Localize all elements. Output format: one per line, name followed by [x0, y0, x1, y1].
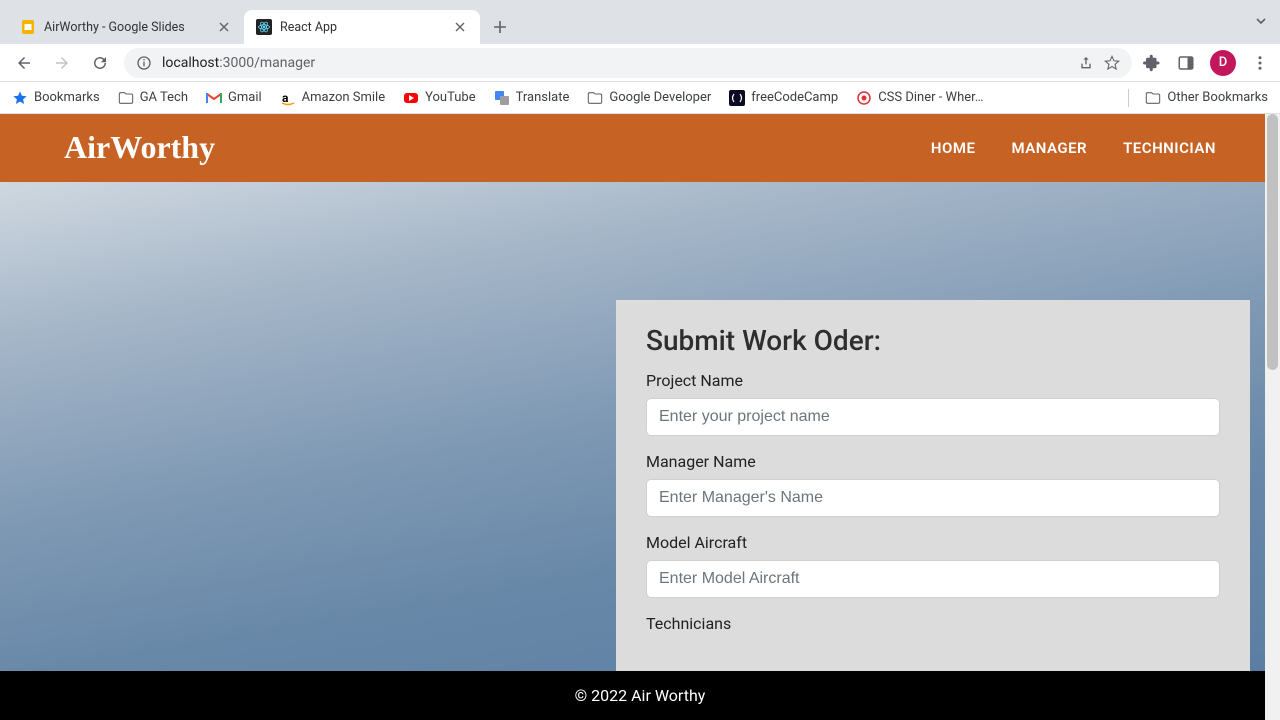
form-group-technicians: Technicians [646, 614, 1220, 633]
bookmark-amazon-smile[interactable]: a Amazon Smile [280, 90, 385, 106]
page-viewport: AirWorthy HOME MANAGER TECHNICIAN Submit… [0, 114, 1280, 720]
scrollbar-thumb[interactable] [1267, 114, 1278, 370]
react-favicon [256, 19, 272, 35]
forward-button[interactable] [48, 49, 76, 77]
close-icon[interactable] [452, 19, 468, 35]
manager-name-label: Manager Name [646, 452, 1220, 471]
brand-logo[interactable]: AirWorthy [64, 129, 215, 166]
model-aircraft-input[interactable] [646, 560, 1220, 598]
new-tab-button[interactable] [486, 13, 514, 41]
bookmark-ga-tech[interactable]: GA Tech [118, 90, 188, 106]
youtube-icon [403, 90, 419, 106]
bookmark-bookmarks[interactable]: Bookmarks [12, 90, 100, 106]
bookmark-translate[interactable]: Translate [494, 90, 570, 106]
form-group-model-aircraft: Model Aircraft [646, 533, 1220, 598]
bookmark-label: freeCodeCamp [751, 90, 838, 105]
extensions-icon[interactable] [1142, 53, 1162, 73]
translate-icon [494, 90, 510, 106]
bookmark-star-icon[interactable] [1104, 55, 1120, 71]
hero-section: Submit Work Oder: Project Name Manager N… [0, 182, 1280, 671]
folder-icon [1145, 90, 1161, 106]
bookmark-label: YouTube [425, 90, 476, 105]
technicians-label: Technicians [646, 614, 1220, 633]
bookmark-label: CSS Diner - Wher… [878, 90, 983, 105]
model-aircraft-label: Model Aircraft [646, 533, 1220, 552]
bookmarks-bar: Bookmarks GA Tech Gmail a Amazon Smile Y… [0, 82, 1280, 114]
browser-tab-slides[interactable]: AirWorthy - Google Slides [8, 10, 244, 44]
url-text: localhost:3000/manager [162, 55, 1068, 71]
tab-strip: AirWorthy - Google Slides React App [0, 0, 1280, 44]
bookmark-gmail[interactable]: Gmail [206, 90, 262, 106]
tab-title: AirWorthy - Google Slides [44, 20, 208, 35]
footer-text: © 2022 Air Worthy [575, 686, 706, 705]
folder-icon [118, 90, 134, 106]
nav-links: HOME MANAGER TECHNICIAN [931, 139, 1216, 157]
url-host: localhost [162, 55, 219, 71]
bookmark-css-diner[interactable]: CSS Diner - Wher… [856, 90, 983, 106]
bookmark-label: Amazon Smile [302, 90, 385, 105]
other-bookmarks-button[interactable]: Other Bookmarks [1145, 90, 1268, 106]
work-order-form: Submit Work Oder: Project Name Manager N… [616, 300, 1250, 671]
nav-manager[interactable]: MANAGER [1011, 139, 1087, 157]
url-path: /manager [254, 55, 315, 71]
other-bookmarks-label: Other Bookmarks [1167, 90, 1268, 105]
bookmark-google-developer[interactable]: Google Developer [587, 90, 711, 106]
kebab-menu-icon[interactable] [1250, 53, 1270, 73]
bookmark-label: Bookmarks [34, 90, 100, 105]
form-group-manager-name: Manager Name [646, 452, 1220, 517]
form-group-project-name: Project Name [646, 371, 1220, 436]
amazon-icon: a [280, 90, 296, 106]
profile-avatar[interactable]: D [1210, 50, 1236, 76]
back-button[interactable] [10, 49, 38, 77]
nav-home[interactable]: HOME [931, 139, 976, 157]
project-name-input[interactable] [646, 398, 1220, 436]
url-port: :3000 [219, 55, 254, 71]
vertical-scrollbar[interactable] [1265, 114, 1280, 720]
site-info-icon[interactable] [136, 55, 152, 71]
reload-button[interactable] [86, 49, 114, 77]
bookmark-youtube[interactable]: YouTube [403, 90, 476, 106]
app-header: AirWorthy HOME MANAGER TECHNICIAN [0, 114, 1280, 182]
tabs-overflow-button[interactable] [1254, 14, 1268, 28]
tab-title: React App [280, 20, 444, 35]
address-bar[interactable]: localhost:3000/manager [124, 48, 1132, 78]
app-footer: © 2022 Air Worthy [0, 671, 1280, 720]
bookmark-label: Gmail [228, 90, 262, 105]
folder-icon [587, 90, 603, 106]
slides-favicon [20, 19, 36, 35]
fcc-icon [729, 90, 745, 106]
sidepanel-icon[interactable] [1176, 53, 1196, 73]
nav-technician[interactable]: TECHNICIAN [1123, 139, 1216, 157]
avatar-initial: D [1219, 55, 1228, 70]
bookmark-label: Translate [516, 90, 570, 105]
form-title: Submit Work Oder: [646, 324, 1220, 357]
gmail-icon [206, 90, 222, 106]
browser-toolbar: localhost:3000/manager D [0, 44, 1280, 82]
star-icon [12, 90, 28, 106]
bookmark-label: GA Tech [140, 90, 188, 105]
separator [1128, 89, 1129, 107]
browser-tab-react[interactable]: React App [244, 10, 480, 44]
share-icon[interactable] [1078, 55, 1094, 71]
manager-name-input[interactable] [646, 479, 1220, 517]
cssdiner-icon [856, 90, 872, 106]
bookmark-freecodecamp[interactable]: freeCodeCamp [729, 90, 838, 106]
project-name-label: Project Name [646, 371, 1220, 390]
bookmark-label: Google Developer [609, 90, 711, 105]
close-icon[interactable] [216, 19, 232, 35]
